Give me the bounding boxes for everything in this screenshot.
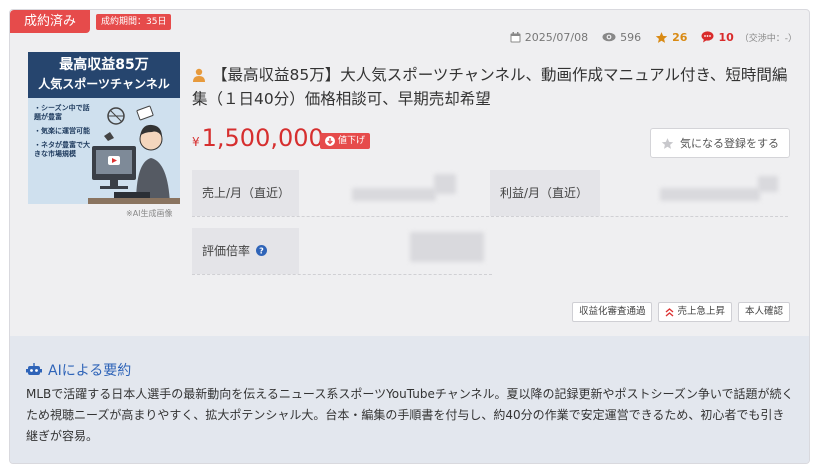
price-down-badge: 値下げ — [320, 133, 371, 149]
currency-symbol: ¥ — [192, 135, 200, 149]
star-count: 26 — [672, 30, 688, 44]
double-chevron-up-icon — [666, 307, 674, 317]
ai-summary-heading-row: AIによる要約 — [26, 360, 131, 380]
deal-period-badge: 成約期間：35日 — [96, 14, 172, 30]
multiple-label-text: 評価倍率 — [202, 244, 251, 258]
tag-monetization-review: 収益化審査通過 — [571, 302, 653, 322]
svg-text:?: ? — [259, 247, 264, 256]
arrow-down-circle-icon — [325, 136, 335, 146]
robot-icon — [26, 363, 42, 375]
price-amount: 1,500,000 — [201, 124, 324, 152]
negotiation-note: （交渉中：-） — [739, 33, 797, 44]
sales-label: 売上/月（直近） — [192, 170, 299, 216]
tag-sales-surge: 売上急上昇 — [658, 302, 732, 322]
message-count: 10 — [718, 30, 734, 44]
profit-value-hidden — [660, 188, 760, 201]
messages-item: 10 （交渉中：-） — [701, 31, 797, 44]
tag-label: 本人確認 — [744, 306, 783, 317]
star-icon — [655, 31, 668, 43]
thumbnail-caption: ※AI生成画像 — [126, 209, 173, 218]
price-down-label: 値下げ — [338, 136, 366, 146]
listing-title[interactable]: 【最高収益85万】大人気スポーツチャンネル、動画作成マニュアル付き、短時間編集（… — [192, 66, 787, 108]
ai-summary-text: MLBで活躍する日本人選手の最新動向を伝えるニュース系スポーツYouTubeチャ… — [26, 387, 794, 443]
listing-card[interactable]: 成約済み 成約期間：35日 2025/07/08 596 26 10 （交渉中：… — [9, 9, 810, 464]
tag-identity-verified: 本人確認 — [737, 302, 790, 322]
price: ¥ 1,500,000 — [192, 124, 324, 158]
listing-meta: 2025/07/08 596 26 10 （交渉中：-） — [496, 29, 797, 45]
thumbnail-illustration — [88, 105, 180, 204]
metrics-table: 売上/月（直近） 利益/月（直近） 評価倍率 ? — [192, 170, 788, 276]
watchlist-button[interactable]: 気になる登録をする — [650, 128, 790, 158]
ai-summary-heading: AIによる要約 — [48, 363, 132, 379]
ai-summary-panel: AIによる要約 MLBで活躍する日本人選手の最新動向を伝えるニュース系スポーツY… — [10, 336, 809, 463]
chat-icon — [701, 31, 714, 43]
listing-date: 2025/07/08 — [524, 30, 589, 44]
date-item: 2025/07/08 — [510, 31, 588, 44]
sold-badge: 成約済み — [10, 10, 90, 33]
star-outline-icon — [661, 137, 674, 149]
views-item: 596 — [602, 31, 641, 44]
tag-label: 売上急上昇 — [677, 306, 725, 317]
view-count: 596 — [620, 30, 642, 44]
metrics-row: 売上/月（直近） 利益/月（直近） — [192, 170, 788, 217]
stars-item: 26 — [655, 31, 687, 44]
sales-value-hidden — [434, 174, 456, 194]
profit-value-hidden — [758, 176, 778, 192]
profit-label: 利益/月（直近） — [490, 170, 600, 216]
multiple-value-hidden — [410, 232, 484, 262]
multiple-label: 評価倍率 ? — [192, 228, 299, 274]
watchlist-label: 気になる登録をする — [680, 137, 779, 150]
user-icon — [193, 68, 205, 82]
tag-label: 収益化審査通過 — [578, 306, 646, 317]
listing-thumbnail[interactable]: 最高収益85万 人気スポーツチャンネル ・シーズン中で話題が豊富 ・気楽に運営可… — [28, 52, 180, 204]
listing-title-row[interactable]: 【最高収益85万】大人気スポーツチャンネル、動画作成マニュアル付き、短時間編集（… — [192, 63, 792, 111]
sales-value-hidden — [352, 188, 436, 201]
tag-list: 収益化審査通過 売上急上昇 本人確認 — [566, 302, 790, 322]
calendar-icon — [510, 31, 521, 42]
eye-icon — [602, 32, 616, 42]
metrics-row: 評価倍率 ? — [192, 228, 492, 275]
help-icon[interactable]: ? — [255, 245, 267, 256]
